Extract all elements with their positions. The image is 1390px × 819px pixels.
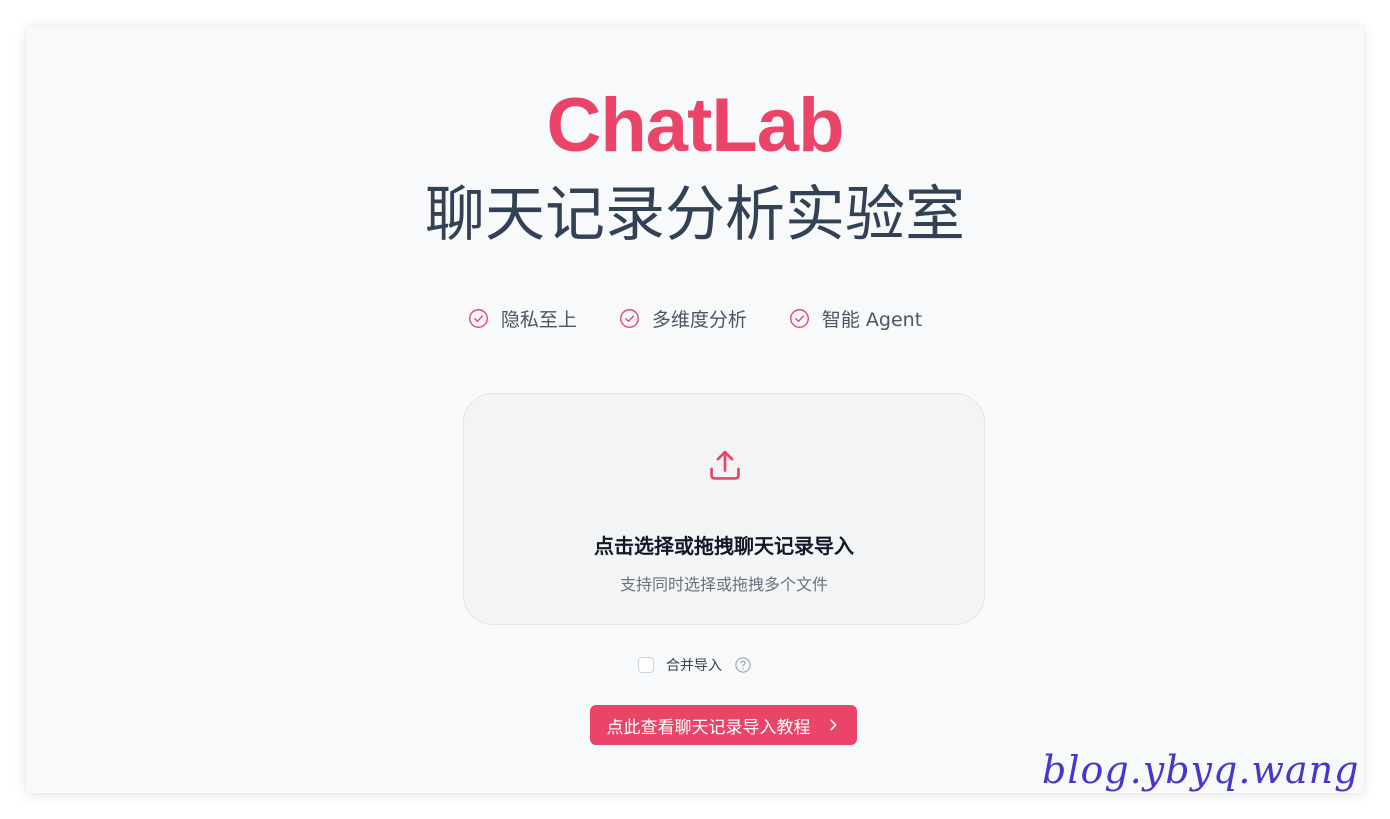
check-circle-icon [789, 308, 809, 328]
brand-subtitle: 聊天记录分析实验室 [425, 180, 965, 250]
chevron-right-icon [829, 719, 836, 731]
tutorial-button-label: 点此查看聊天记录导入教程 [606, 717, 811, 738]
brand-title: ChatLab [546, 83, 845, 168]
upload-icon [710, 450, 740, 480]
feature-label: 智能 Agent [821, 308, 923, 331]
merge-import-checkbox[interactable] [638, 657, 654, 673]
file-dropzone[interactable]: 点击选择或拖拽聊天记录导入 支持同时选择或拖拽多个文件 [463, 393, 985, 625]
feature-item-privacy: 隐私至上 [468, 305, 577, 332]
merge-import-row: 合并导入 [26, 654, 1364, 676]
check-circle-icon [619, 308, 639, 328]
feature-label: 多维度分析 [651, 308, 747, 331]
check-circle-icon [468, 308, 488, 328]
app-window: ChatLab 聊天记录分析实验室 隐私至上 多维度分析 智能 Agent 点击… [26, 26, 1364, 793]
feature-label: 隐私至上 [500, 308, 577, 331]
import-tutorial-button[interactable]: 点此查看聊天记录导入教程 [590, 705, 857, 745]
watermark-text: blog.ybyq.wang [1042, 748, 1360, 792]
dropzone-subtitle: 支持同时选择或拖拽多个文件 [619, 575, 828, 594]
question-circle-icon[interactable] [734, 656, 752, 674]
feature-item-agent: 智能 Agent [789, 305, 922, 332]
merge-import-label[interactable]: 合并导入 [666, 655, 722, 675]
feature-item-multidimensional: 多维度分析 [619, 305, 747, 332]
feature-list: 隐私至上 多维度分析 智能 Agent [26, 304, 1364, 332]
dropzone-title: 点击选择或拖拽聊天记录导入 [594, 534, 854, 558]
